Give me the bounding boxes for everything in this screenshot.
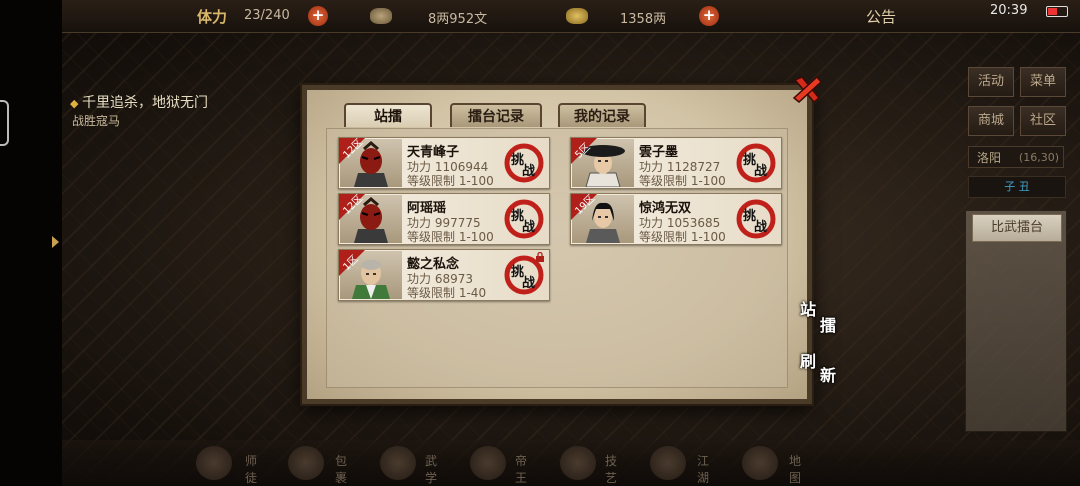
dock-label[interactable]: 师徒 [245, 452, 267, 486]
menu-item-shop[interactable]: 商城 [968, 106, 1014, 136]
right-side-panel [965, 210, 1067, 432]
challenge-seal-icon[interactable]: 挑 战 [503, 142, 545, 184]
stand-arena-button[interactable]: 站 擂 [800, 296, 840, 335]
gold-icon [566, 8, 588, 24]
stamina-value: 23/240 [244, 8, 290, 23]
close-icon[interactable] [790, 72, 824, 106]
dock-label[interactable]: 地图 [789, 452, 811, 486]
player-level-limit: 等级限制 1-100 [639, 174, 726, 188]
stamina-label: 体力 [197, 8, 228, 26]
dock-label[interactable]: 武学 [425, 452, 447, 486]
gold-value: 1358两 [620, 12, 667, 27]
dock-icon[interactable] [742, 446, 778, 480]
player-card[interactable]: 12区 阿瑶瑶 功力 997775 等级限制 1-100 挑 战 [338, 193, 550, 245]
tab-my-records[interactable]: 我的记录 [558, 103, 646, 127]
expand-arrow-icon[interactable] [52, 236, 59, 248]
player-level-limit: 等级限制 1-40 [407, 286, 487, 300]
svg-text:战: 战 [522, 275, 535, 291]
silver-icon [370, 8, 392, 24]
dock-label[interactable]: 江湖 [697, 452, 719, 486]
svg-text:战: 战 [754, 163, 767, 179]
player-level-limit: 等级限制 1-100 [407, 174, 494, 188]
challenge-seal-icon[interactable]: 挑 战 [503, 198, 545, 240]
dock-icon[interactable] [650, 446, 686, 480]
arena-button[interactable]: 比武擂台 [972, 214, 1062, 242]
dock-label[interactable]: 技艺 [605, 452, 627, 486]
menu-item-activity[interactable]: 活动 [968, 67, 1014, 97]
dock-icon[interactable] [470, 446, 506, 480]
player-card[interactable]: 12区 天青峰子 功力 1106944 等级限制 1-100 挑 战 [338, 137, 550, 189]
quest-title[interactable]: 千里追杀，地狱无门 [70, 92, 208, 112]
dock-icon[interactable] [288, 446, 324, 480]
menu-item-community[interactable]: 社区 [1020, 106, 1066, 136]
add-gold-button[interactable]: + [699, 6, 719, 26]
city-name: 洛阳 [977, 151, 1002, 165]
time-period: 子 丑 [968, 176, 1066, 198]
system-clock: 20:39 [990, 3, 1028, 18]
challenge-seal-icon[interactable]: 挑 战 [735, 198, 777, 240]
player-card[interactable]: 5区 雲子墨 功力 1128727 等级限制 1-100 挑 战 [570, 137, 782, 189]
dock-icon[interactable] [196, 446, 232, 480]
map-coords: (16,30) [1018, 151, 1059, 164]
battery-icon [1046, 6, 1068, 17]
side-handle[interactable] [0, 100, 9, 146]
menu-item-menu[interactable]: 菜单 [1020, 67, 1066, 97]
refresh-button[interactable]: 刷 新 [800, 348, 840, 385]
dock-label[interactable]: 包裹 [335, 452, 357, 486]
location-display[interactable]: 洛阳 (16,30) [968, 146, 1064, 168]
player-level-limit: 等级限制 1-100 [407, 230, 494, 244]
svg-text:战: 战 [522, 219, 535, 235]
silver-value: 8两952文 [428, 12, 488, 27]
tab-stand[interactable]: 站擂 [344, 103, 432, 127]
challenge-seal-icon[interactable]: 挑 战 [735, 142, 777, 184]
add-stamina-button[interactable]: + [308, 6, 328, 26]
dock-label[interactable]: 帝王 [515, 452, 537, 486]
dock-icon[interactable] [560, 446, 596, 480]
player-card[interactable]: 1区 懿之私念 功力 68973 等级限制 1-40 挑 战 [338, 249, 550, 301]
player-card[interactable]: 19区 惊鸿无双 功力 1053685 等级限制 1-100 挑 战 [570, 193, 782, 245]
lock-icon [536, 252, 544, 262]
notice-button[interactable]: 公告 [866, 6, 896, 27]
player-level-limit: 等级限制 1-100 [639, 230, 726, 244]
dock-icon[interactable] [380, 446, 416, 480]
svg-text:战: 战 [754, 219, 767, 235]
tab-arena-records[interactable]: 擂台记录 [450, 103, 542, 127]
svg-text:战: 战 [522, 163, 535, 179]
quest-objective: 战胜寇马 [72, 114, 121, 128]
